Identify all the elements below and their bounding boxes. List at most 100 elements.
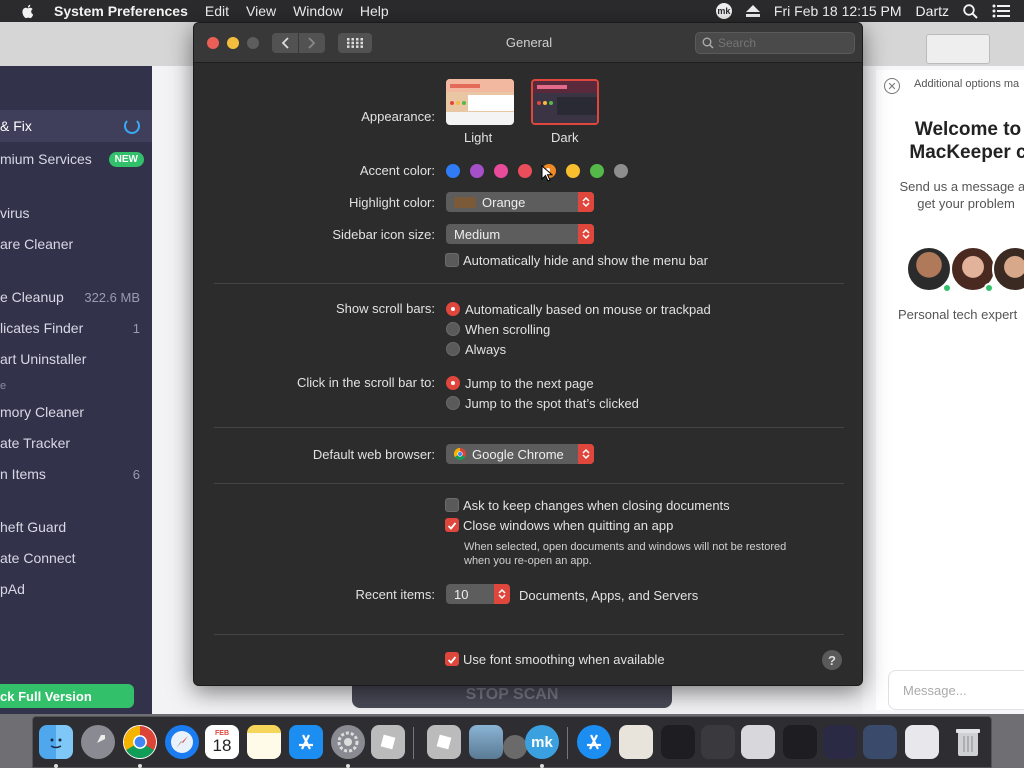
- scroll-bars-option-label: When scrolling: [465, 322, 551, 337]
- chat-title: Welcome to MacKeeper c: [888, 118, 1024, 164]
- window-thumbnail-icon[interactable]: [905, 725, 939, 759]
- accent-color-swatch[interactable]: [614, 164, 628, 178]
- close-windows-note: When selected, open documents and window…: [464, 540, 786, 568]
- popup-arrows-icon: [578, 224, 594, 244]
- chevron-right-icon: [308, 37, 316, 49]
- roblox-icon[interactable]: [371, 725, 405, 759]
- appearance-light-option[interactable]: [446, 79, 514, 125]
- scroll-bars-always-radio[interactable]: [446, 342, 460, 356]
- sidebar-item-update-tracker[interactable]: ate Tracker: [0, 432, 152, 454]
- apple-menu-icon[interactable]: [20, 3, 36, 19]
- window-thumbnail-icon[interactable]: [863, 725, 897, 759]
- menu-edit[interactable]: Edit: [205, 3, 229, 19]
- jump-to-spot-radio[interactable]: [446, 396, 460, 410]
- scroll-bars-when-scrolling-radio[interactable]: [446, 322, 460, 336]
- roblox-studio-icon[interactable]: [427, 725, 461, 759]
- notes-icon[interactable]: [247, 725, 281, 759]
- minimize-window-button[interactable]: [227, 37, 239, 49]
- system-preferences-icon[interactable]: [331, 725, 365, 759]
- accent-color-swatch[interactable]: [590, 164, 604, 178]
- sidebar-item-login-items[interactable]: n Items 6: [0, 463, 152, 485]
- accent-color-swatch[interactable]: [494, 164, 508, 178]
- dock-separator: [567, 727, 568, 759]
- sidebar-item-scan-fix[interactable]: & Fix: [0, 110, 152, 142]
- chrome-icon: [454, 448, 466, 460]
- launchpad-icon[interactable]: [81, 725, 115, 759]
- search-field[interactable]: [695, 32, 855, 54]
- chat-message-input[interactable]: Message...: [888, 670, 1024, 710]
- sidebar-item-smart-uninstaller[interactable]: art Uninstaller: [0, 348, 152, 370]
- close-window-button[interactable]: [207, 37, 219, 49]
- preview-icon[interactable]: [469, 725, 503, 759]
- dock-separator: [413, 727, 414, 759]
- font-smoothing-checkbox[interactable]: [445, 652, 459, 666]
- sidebar-item-memory-cleaner[interactable]: mory Cleaner: [0, 401, 152, 423]
- mackeeper-sidebar: & Fix mium Services NEW virus are Cleane…: [0, 66, 152, 714]
- accent-color-swatch[interactable]: [518, 164, 532, 178]
- search-input[interactable]: [718, 36, 838, 50]
- window-thumbnail-icon[interactable]: [741, 725, 775, 759]
- sidebar-item-safe-cleanup[interactable]: e Cleanup 322.6 MB: [0, 286, 152, 308]
- window-thumbnail-icon[interactable]: [661, 725, 695, 759]
- magnifier-icon[interactable]: [503, 735, 527, 759]
- window-thumbnail-icon[interactable]: [783, 725, 817, 759]
- autohide-menubar-checkbox[interactable]: [445, 253, 459, 267]
- trash-icon[interactable]: [951, 725, 985, 759]
- mackeeper-status-icon[interactable]: mk: [715, 3, 732, 19]
- menu-view[interactable]: View: [246, 3, 276, 19]
- safari-icon[interactable]: [165, 725, 199, 759]
- support-chat-panel: ✕ Additional options ma Welcome to MacKe…: [862, 66, 1024, 714]
- eject-icon[interactable]: [745, 5, 760, 17]
- grid-icon: [347, 38, 363, 48]
- finder-icon[interactable]: [39, 725, 73, 759]
- notification-center-icon[interactable]: [992, 4, 1010, 18]
- window-thumbnail-icon[interactable]: [823, 725, 857, 759]
- menu-help[interactable]: Help: [360, 3, 389, 19]
- menu-user[interactable]: Dartz: [916, 3, 949, 19]
- highlight-color-popup[interactable]: Orange: [446, 192, 594, 212]
- running-indicator: [54, 764, 58, 768]
- menu-window[interactable]: Window: [293, 3, 343, 19]
- appearance-dark-option[interactable]: [531, 79, 599, 125]
- sidebar-item-premium-services[interactable]: mium Services NEW: [0, 148, 152, 170]
- accent-color-swatch[interactable]: [470, 164, 484, 178]
- sidebar-item-label: virus: [0, 205, 30, 221]
- show-all-button[interactable]: [338, 33, 372, 53]
- sidebar-item-stopad[interactable]: pAd: [0, 578, 152, 600]
- accent-color-swatch[interactable]: [446, 164, 460, 178]
- sidebar-item-label: are Cleaner: [0, 236, 74, 252]
- sidebar-item-label: ate Tracker: [0, 435, 71, 451]
- online-status-icon: [942, 283, 952, 293]
- calendar-icon[interactable]: FEB 18: [205, 725, 239, 759]
- recent-items-popup[interactable]: 10: [446, 584, 510, 604]
- sidebar-item-private-connect[interactable]: ate Connect: [0, 547, 152, 569]
- document-thumbnail-icon[interactable]: [619, 725, 653, 759]
- ask-keep-changes-checkbox[interactable]: [445, 498, 459, 512]
- window-thumbnail-icon[interactable]: [701, 725, 735, 759]
- chat-card: [876, 70, 1024, 710]
- default-browser-popup[interactable]: Google Chrome: [446, 444, 594, 464]
- sidebar-item-antivirus[interactable]: virus: [0, 202, 152, 224]
- zoom-window-button[interactable]: [247, 37, 259, 49]
- spotlight-search-icon[interactable]: [963, 3, 978, 19]
- close-windows-checkbox[interactable]: [445, 518, 459, 532]
- jump-next-page-radio[interactable]: [446, 376, 460, 390]
- forward-button[interactable]: [299, 33, 325, 53]
- sidebar-item-value: 1: [132, 320, 140, 336]
- unlock-full-version-button[interactable]: ck Full Version: [0, 684, 134, 708]
- accent-color-swatch[interactable]: [566, 164, 580, 178]
- chrome-icon[interactable]: [123, 725, 157, 759]
- scroll-bars-automatic-radio[interactable]: [446, 302, 460, 316]
- mackeeper-icon[interactable]: mk: [525, 725, 559, 759]
- app-store-download-icon[interactable]: [577, 725, 611, 759]
- help-button[interactable]: ?: [822, 650, 842, 670]
- sidebar-icon-size-popup[interactable]: Medium: [446, 224, 594, 244]
- sidebar-item-adware-cleaner[interactable]: are Cleaner: [0, 233, 152, 255]
- app-store-icon[interactable]: [289, 725, 323, 759]
- sidebar-item-duplicates-finder[interactable]: licates Finder 1: [0, 317, 152, 339]
- chat-close-icon[interactable]: ✕: [884, 78, 900, 94]
- menu-app-name[interactable]: System Preferences: [54, 3, 188, 19]
- sidebar-item-id-theft-guard[interactable]: heft Guard: [0, 516, 152, 538]
- back-button[interactable]: [272, 33, 298, 53]
- menu-clock[interactable]: Fri Feb 18 12:15 PM: [774, 3, 902, 19]
